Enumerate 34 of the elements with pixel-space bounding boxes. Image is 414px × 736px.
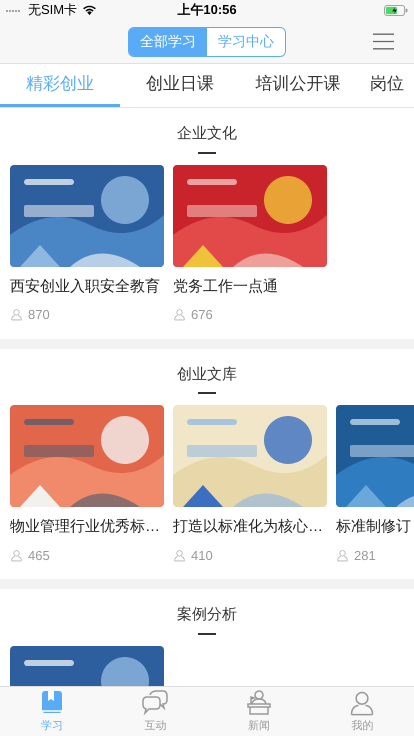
section-title: 创业文库 [177,364,237,384]
user-icon [10,308,23,322]
course-title: 打造以标准化为核心… [173,517,324,537]
user-icon [336,548,349,562]
view-count: 676 [191,306,213,324]
segment-tab[interactable]: 学习中心 [207,28,285,56]
chat-icon [141,688,170,717]
nav-tab[interactable]: 互动 [104,687,207,736]
carrier-label: 无SIM卡 [28,1,78,20]
course-title: 西安创业入职安全教育 [10,276,161,296]
user-icon [10,548,23,562]
user-icon [173,548,186,562]
category-tab[interactable]: 创业日课 [120,64,240,107]
view-count: 465 [28,546,50,564]
category-tab[interactable]: 岗位 [356,64,404,107]
battery-icon [384,4,408,16]
nav-tab[interactable]: 我的 [310,687,414,736]
course-title: 党务工作一点通 [173,276,279,296]
section-title: 案例分析 [177,605,237,625]
wifi-icon [82,4,98,16]
view-count: 410 [191,546,213,564]
category-tab[interactable]: 培训公开课 [240,64,356,107]
view-count: 281 [354,546,376,564]
course-title: 物业管理行业优秀标… [10,517,161,537]
menu-icon[interactable] [373,33,394,50]
user-icon [173,308,186,322]
status-time: 上午10:56 [177,1,237,20]
speaker-podium-icon [244,688,273,717]
section-title: 企业文化 [177,124,237,144]
nav-tab[interactable]: 学习 [0,687,104,736]
segment-tab[interactable]: 全部学习 [129,28,207,56]
course-title: 标准制修订 [336,517,412,537]
nav-tab[interactable]: 新闻 [207,687,310,736]
view-count: 870 [28,306,50,324]
